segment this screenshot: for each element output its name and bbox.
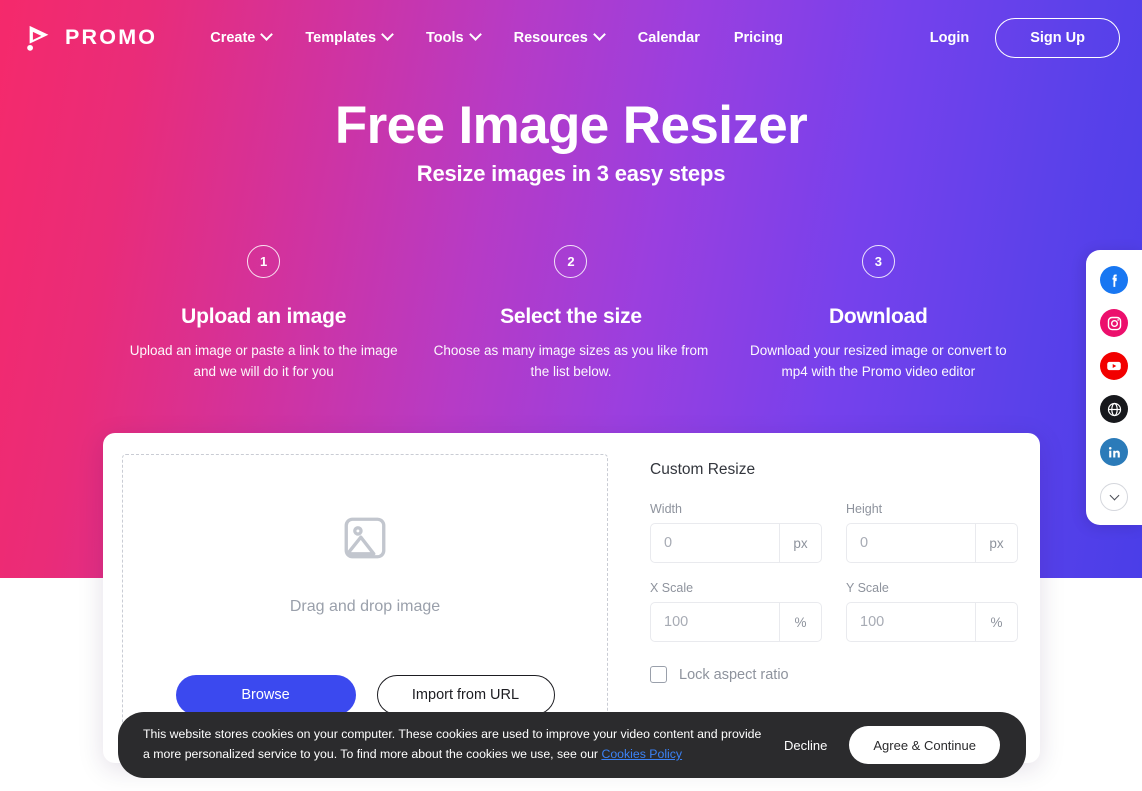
login-link[interactable]: Login — [926, 24, 973, 52]
height-unit: px — [975, 524, 1017, 562]
width-unit: px — [779, 524, 821, 562]
step-2-number: 2 — [554, 245, 588, 278]
page-root: PROMO Create Templates Tools Resources C… — [0, 0, 1142, 791]
x-scale-input[interactable] — [651, 603, 779, 641]
y-scale-input-wrapper: % — [846, 602, 1018, 642]
dropzone-actions: Browse Import from URL — [123, 675, 607, 715]
chevron-down-icon — [1109, 490, 1119, 500]
nav-item-pricing-label: Pricing — [733, 29, 783, 46]
decline-button[interactable]: Decline — [784, 738, 827, 753]
chevron-down-icon — [468, 28, 482, 41]
cookie-banner-text: This website stores cookies on your comp… — [143, 725, 784, 765]
x-scale-field: X Scale % — [650, 581, 822, 642]
scale-field-row: X Scale % Y Scale % — [650, 581, 1018, 642]
step-1: 1 Upload an image Upload an image or pas… — [110, 245, 417, 383]
width-field: Width px — [650, 502, 822, 563]
nav-item-tools[interactable]: Tools — [409, 22, 497, 54]
y-scale-unit: % — [975, 603, 1017, 641]
nav-item-create-label: Create — [210, 29, 256, 46]
lock-aspect-ratio-checkbox[interactable] — [650, 666, 667, 683]
page-title: Free Image Resizer — [334, 96, 808, 155]
play-triangle-logo-icon — [27, 25, 49, 51]
nav-item-templates[interactable]: Templates — [288, 22, 409, 54]
signup-button[interactable]: Sign Up — [995, 17, 1120, 58]
browse-button[interactable]: Browse — [175, 675, 356, 715]
width-input[interactable] — [651, 524, 779, 562]
custom-resize-title: Custom Resize — [650, 461, 756, 478]
nav-links: Create Templates Tools Resources Calenda… — [193, 22, 926, 54]
size-field-row: Width px Height px — [650, 502, 1018, 563]
y-scale-field: Y Scale % — [846, 581, 1018, 642]
x-scale-label: X Scale — [650, 581, 694, 595]
cookie-consent-banner: This website stores cookies on your comp… — [118, 712, 1026, 778]
brand-name: PROMO — [65, 25, 158, 49]
nav-item-tools-label: Tools — [426, 29, 464, 46]
chevron-down-icon — [381, 28, 394, 41]
linkedin-icon[interactable] — [1100, 438, 1128, 466]
step-1-title: Upload an image — [181, 305, 347, 328]
chevron-down-icon — [260, 28, 274, 41]
nav-item-pricing[interactable]: Pricing — [717, 22, 800, 54]
width-label: Width — [650, 502, 682, 516]
step-2-title: Select the size — [500, 305, 642, 328]
step-1-number: 1 — [247, 245, 281, 278]
custom-resize-form: Custom Resize Width px Height px — [608, 454, 1018, 741]
y-scale-label: Y Scale — [846, 581, 889, 595]
top-navigation-bar: PROMO Create Templates Tools Resources C… — [0, 0, 1142, 75]
height-input-wrapper: px — [846, 523, 1018, 563]
dropzone-text: Drag and drop image — [289, 598, 441, 615]
collapse-rail-button[interactable] — [1100, 483, 1128, 511]
nav-item-calendar-label: Calendar — [637, 29, 700, 46]
height-field: Height px — [846, 502, 1018, 563]
cookies-policy-link[interactable]: Cookies Policy — [601, 747, 682, 761]
height-label: Height — [846, 502, 883, 516]
facebook-icon[interactable] — [1100, 266, 1128, 294]
y-scale-input[interactable] — [847, 603, 975, 641]
image-placeholder-icon — [340, 513, 390, 568]
youtube-icon[interactable] — [1100, 352, 1128, 380]
image-dropzone[interactable]: Drag and drop image Browse Import from U… — [122, 454, 608, 741]
globe-icon[interactable] — [1100, 395, 1128, 423]
nav-item-templates-label: Templates — [305, 29, 377, 46]
step-3-number: 3 — [861, 245, 895, 278]
page-subtitle: Resize images in 3 easy steps — [416, 161, 726, 186]
chevron-down-icon — [592, 28, 606, 41]
step-3: 3 Download Download your resized image o… — [725, 245, 1032, 383]
nav-item-calendar[interactable]: Calendar — [621, 22, 717, 54]
step-1-description: Upload an image or paste a link to the i… — [129, 343, 398, 379]
width-input-wrapper: px — [650, 523, 822, 563]
nav-item-resources[interactable]: Resources — [497, 22, 621, 54]
height-input[interactable] — [847, 524, 975, 562]
agree-and-continue-button[interactable]: Agree & Continue — [849, 726, 1000, 764]
brand-logo[interactable]: PROMO — [24, 23, 157, 53]
step-3-description: Download your resized image or convert t… — [750, 343, 1007, 379]
nav-item-create[interactable]: Create — [193, 22, 288, 54]
nav-account-actions: Login Sign Up — [926, 17, 1120, 58]
social-share-rail — [1086, 250, 1142, 525]
lock-aspect-ratio-row[interactable]: Lock aspect ratio — [650, 666, 1018, 683]
nav-item-resources-label: Resources — [513, 29, 588, 46]
x-scale-input-wrapper: % — [650, 602, 822, 642]
lock-aspect-ratio-label: Lock aspect ratio — [679, 666, 789, 683]
instagram-icon[interactable] — [1100, 309, 1128, 337]
x-scale-unit: % — [779, 603, 821, 641]
step-2-description: Choose as many image sizes as you like f… — [433, 343, 709, 379]
step-3-title: Download — [828, 305, 928, 328]
step-2: 2 Select the size Choose as many image s… — [417, 245, 724, 383]
import-from-url-button[interactable]: Import from URL — [376, 675, 555, 715]
steps-list: 1 Upload an image Upload an image or pas… — [110, 245, 1032, 383]
